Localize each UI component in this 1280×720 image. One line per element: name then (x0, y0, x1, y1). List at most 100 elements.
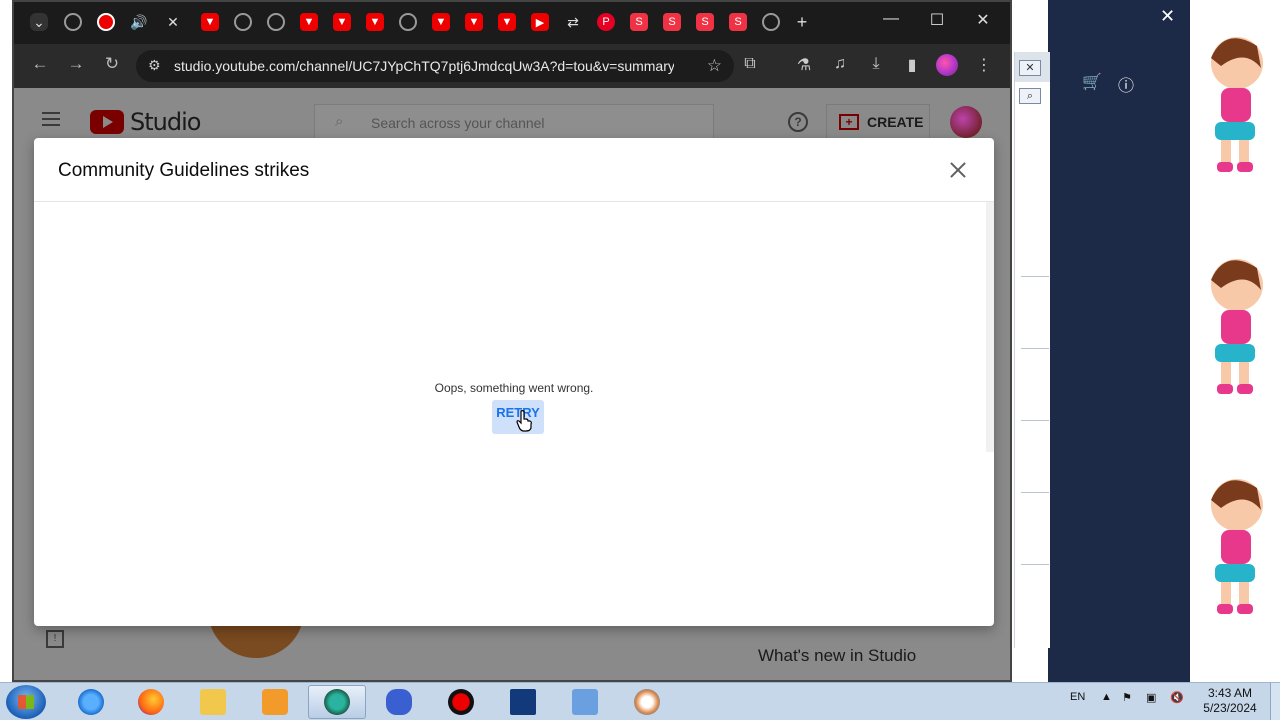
tab-app-icon[interactable]: S (729, 13, 747, 31)
channel-avatar[interactable] (950, 106, 982, 138)
windows-taskbar: EN ▲ ⚑ ▣ 🔇 3:43 AM 5/23/2024 (0, 682, 1280, 720)
extensions-icon[interactable]: ⧉ (738, 55, 762, 73)
taskbar-app-infinity[interactable] (370, 685, 428, 719)
reload-icon[interactable]: ↻ (100, 54, 124, 74)
snipping-tool-icon (634, 689, 660, 715)
search-icon[interactable]: ⌕ (1019, 88, 1041, 104)
tab-download-icon[interactable]: ▼ (498, 13, 516, 31)
studio-logo-text[interactable]: Studio (130, 108, 201, 136)
media-player-icon (262, 689, 288, 715)
site-info-icon[interactable]: ⚙ (148, 57, 161, 74)
taskbar-firefox[interactable] (122, 685, 180, 719)
channel-search-input[interactable]: ⌕ Search across your channel (314, 104, 714, 140)
youtube-logo-icon[interactable] (90, 110, 124, 134)
feedback-icon[interactable]: ! (46, 630, 64, 648)
taskbar-media-player[interactable] (246, 685, 304, 719)
address-bar[interactable]: ⚙ studio.youtube.com/channel/UC7JYpChTQ7… (136, 50, 734, 82)
tab-globe-icon[interactable] (234, 13, 252, 31)
dialog-scrollbar[interactable] (986, 202, 994, 452)
taskbar-control-panel[interactable] (556, 685, 614, 719)
tab-globe-icon[interactable] (267, 13, 285, 31)
tab-link-icon[interactable]: ⇄ (564, 13, 582, 31)
divider (1021, 492, 1049, 493)
profile-avatar[interactable] (936, 54, 958, 76)
tab-download-icon[interactable]: ▼ (333, 13, 351, 31)
hand-cursor-icon (516, 410, 532, 432)
control-panel-icon (572, 689, 598, 715)
dialog-header: Community Guidelines strikes (34, 138, 994, 202)
start-button-icon[interactable] (6, 685, 46, 719)
info-icon[interactable]: ⓘ (1118, 72, 1134, 96)
internet-explorer-icon (78, 689, 104, 715)
cartoon-girl-illustration (1211, 479, 1263, 614)
tab-app-icon[interactable]: S (696, 13, 714, 31)
tab-close-icon[interactable]: ✕ (164, 13, 182, 31)
back-icon[interactable]: ← (28, 54, 52, 74)
bookmark-star-icon[interactable]: ☆ (707, 56, 722, 76)
dialog-close-icon[interactable] (944, 156, 972, 184)
tab-download-icon[interactable]: ▼ (300, 13, 318, 31)
tab-speaker-icon[interactable]: 🔊 (130, 13, 148, 31)
search-placeholder: Search across your channel (371, 115, 545, 131)
tab-download-icon[interactable]: ▼ (201, 13, 219, 31)
divider (1021, 276, 1049, 277)
tab-app-icon[interactable]: S (663, 13, 681, 31)
url-text[interactable]: studio.youtube.com/channel/UC7JYpChTQ7pt… (174, 58, 674, 74)
create-video-icon: + (839, 114, 859, 130)
tab-strip: ⌄ 🔊 ✕ ▼ ▼ ▼ ▼ ▼ ▼ ▼ ▶ ⇄ P S S S S + — ☐ (14, 2, 1010, 44)
show-desktop-button[interactable] (1270, 683, 1280, 720)
tab-download-icon[interactable]: ▼ (432, 13, 450, 31)
tab-download-icon[interactable]: ▼ (366, 13, 384, 31)
tab-globe-icon[interactable] (64, 13, 82, 31)
cart-icon[interactable]: 🛒 (1082, 72, 1102, 92)
cartoon-girl-illustration (1211, 259, 1263, 394)
clock-time: 3:43 AM (1207, 686, 1253, 700)
menu-kebab-icon[interactable]: ⋮ (972, 55, 996, 75)
taskbar-video-editor[interactable] (494, 685, 552, 719)
labs-flask-icon[interactable]: ⚗ (792, 55, 816, 75)
divider (1021, 564, 1049, 565)
side-panel-icon[interactable]: ▮ (900, 55, 924, 75)
language-indicator[interactable]: EN (1070, 691, 1085, 703)
forward-icon[interactable]: → (64, 54, 88, 74)
network-icon[interactable]: ▣ (1146, 691, 1156, 704)
system-clock[interactable]: 3:43 AM 5/23/2024 (1198, 686, 1262, 716)
tab-youtube-icon[interactable]: ▶ (531, 13, 549, 31)
volume-muted-icon[interactable]: 🔇 (1170, 691, 1184, 704)
download-icon[interactable]: ⤓ (864, 55, 888, 73)
new-tab-icon[interactable]: + (793, 12, 811, 32)
divider (1021, 420, 1049, 421)
create-button[interactable]: + CREATE (826, 104, 930, 140)
help-icon[interactable]: ? (788, 112, 808, 132)
close-icon[interactable]: ✕ (1019, 60, 1041, 76)
taskbar-internet-explorer[interactable] (62, 685, 120, 719)
infinity-app-icon (386, 689, 412, 715)
video-editor-icon (510, 689, 536, 715)
taskbar-snipping-tool[interactable] (618, 685, 676, 719)
hamburger-menu-icon[interactable] (42, 112, 60, 126)
taskbar-chrome-active[interactable] (308, 685, 366, 719)
tab-globe-icon[interactable] (762, 13, 780, 31)
window-close-icon[interactable]: ✕ (968, 10, 998, 30)
create-label: CREATE (867, 114, 924, 130)
tab-record-icon[interactable] (97, 13, 115, 31)
taskbar-file-explorer[interactable] (184, 685, 242, 719)
shop-panel (1048, 0, 1190, 682)
maximize-icon[interactable]: ☐ (922, 10, 952, 30)
browser-toolbar: ← → ↻ ⚙ studio.youtube.com/channel/UC7JY… (14, 44, 1010, 88)
panel-close-icon[interactable]: ✕ (1160, 6, 1175, 27)
tab-search-icon[interactable]: ⌄ (30, 13, 48, 31)
divider (1021, 348, 1049, 349)
tab-download-icon[interactable]: ▼ (465, 13, 483, 31)
show-hidden-icons-icon[interactable]: ▲ (1101, 691, 1112, 703)
taskbar-recorder[interactable] (432, 685, 490, 719)
tab-globe-icon[interactable] (399, 13, 417, 31)
folder-icon (200, 689, 226, 715)
tab-pinterest-icon[interactable]: P (597, 13, 615, 31)
tab-app-icon[interactable]: S (630, 13, 648, 31)
minimize-icon[interactable]: — (876, 10, 906, 28)
strikes-dialog: Community Guidelines strikes Oops, somet… (34, 138, 994, 626)
action-center-flag-icon[interactable]: ⚑ (1122, 691, 1132, 704)
media-control-icon[interactable]: ♫ (828, 55, 852, 73)
search-icon: ⌕ (335, 113, 344, 130)
